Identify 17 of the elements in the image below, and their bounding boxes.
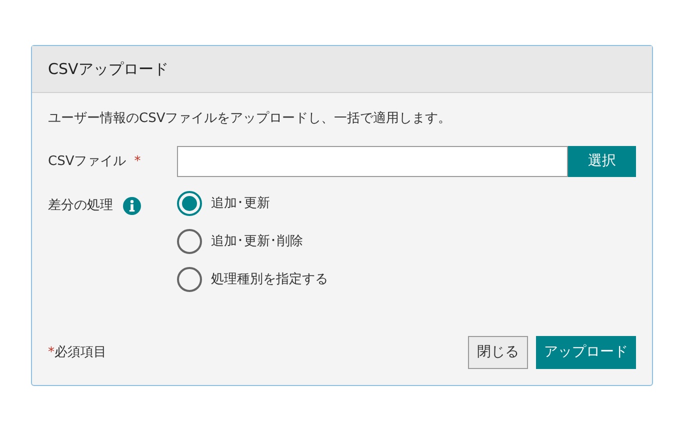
radio-option[interactable]: 追加･更新･削除 xyxy=(177,229,328,254)
select-button[interactable]: 選択 xyxy=(568,146,636,177)
radio-button[interactable] xyxy=(177,229,202,254)
required-note: *必須項目 xyxy=(48,344,106,362)
close-button[interactable]: 閉じる xyxy=(468,336,528,369)
radio-option[interactable]: 処理種別を指定する xyxy=(177,267,328,292)
radio-button[interactable] xyxy=(177,191,202,216)
radio-button[interactable] xyxy=(177,267,202,292)
dialog-title: CSVアップロード xyxy=(48,58,168,80)
required-mark: * xyxy=(134,152,141,171)
description: ユーザー情報のCSVファイルをアップロードし、一括で適用します。 xyxy=(48,110,452,128)
field-label: CSVファイル xyxy=(48,152,126,171)
upload-button[interactable]: アップロード xyxy=(536,336,636,369)
field-label: 差分の処理 xyxy=(48,197,113,215)
radio-option[interactable]: 追加･更新 xyxy=(177,191,328,216)
info-icon[interactable] xyxy=(123,197,141,215)
file-input-field[interactable] xyxy=(177,146,568,177)
